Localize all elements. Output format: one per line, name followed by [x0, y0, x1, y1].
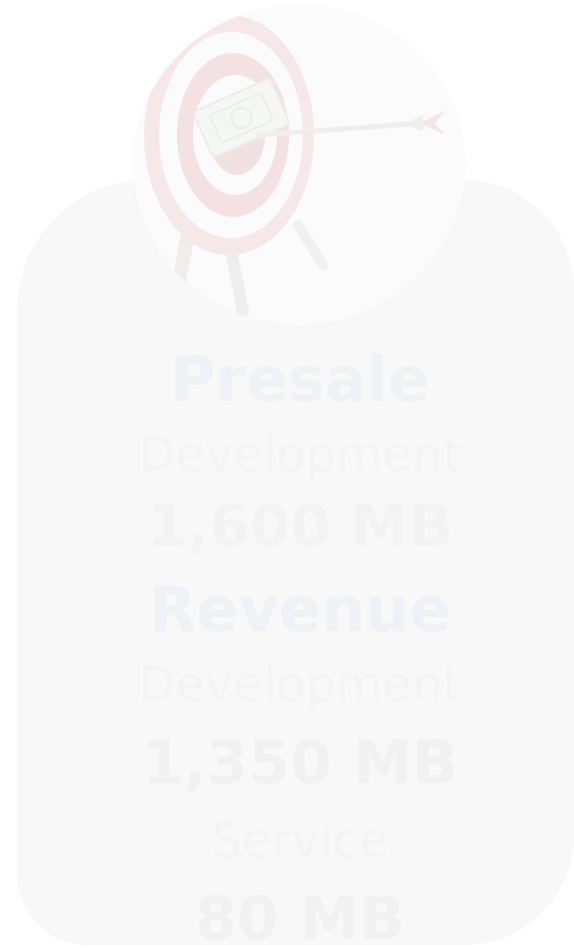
presale-title: Presale — [169, 343, 431, 416]
specs-list: Presale Development 1,600 MB Revenue Dev… — [0, 336, 574, 948]
target-with-arrow-and-money-icon — [144, 15, 445, 317]
revenue-development-label: Development — [138, 657, 462, 713]
info-stage: Presale Development 1,600 MB Revenue Dev… — [0, 0, 574, 948]
revenue-title: Revenue — [148, 573, 452, 646]
revenue-service-label: Service — [211, 813, 389, 869]
presale-development-label: Development — [138, 427, 462, 483]
revenue-service-value: 80 MB — [195, 884, 405, 948]
revenue-development-value: 1,350 MB — [141, 728, 459, 798]
presale-development-value: 1,600 MB — [147, 492, 453, 560]
target-badge — [133, 5, 465, 325]
